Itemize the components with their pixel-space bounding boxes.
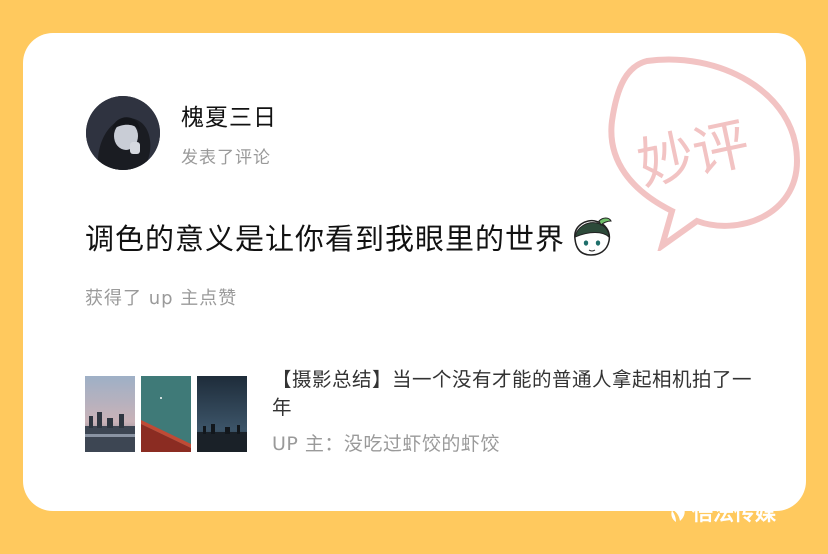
comment-card: 妙评 槐夏三日 发表了评论 调色的意义是让你看到我眼里的世界 获得了 up 主点… [23,33,806,511]
watermark: 悟法传媒 [668,497,776,527]
liked-by-up-text: 获得了 up 主点赞 [85,288,238,309]
miaoping-stamp-icon: 妙评 [608,56,801,251]
thumbnail-3[interactable] [197,376,247,452]
comment-body: 调色的意义是让你看到我眼里的世界 [85,216,613,258]
watermark-text: 悟法传媒 [692,501,776,525]
anime-character-sticker-icon [574,217,612,256]
thumbnail-2[interactable] [141,376,191,452]
action-text: 发表了评论 [181,148,271,168]
comment-text: 调色的意义是让你看到我眼里的世界 [85,222,566,256]
video-thumbnails[interactable] [85,376,247,452]
video-up-name[interactable]: UP 主：没吃过虾饺的虾饺 [272,429,500,456]
video-title[interactable]: 【摄影总结】当一个没有才能的普通人拿起相机拍了一年 [272,366,752,422]
thumbnail-1[interactable] [85,376,135,452]
user-avatar[interactable] [86,96,160,170]
username[interactable]: 槐夏三日 [181,98,277,132]
leaf-logo-icon [671,502,685,522]
stamp-text: 妙评 [632,112,755,199]
